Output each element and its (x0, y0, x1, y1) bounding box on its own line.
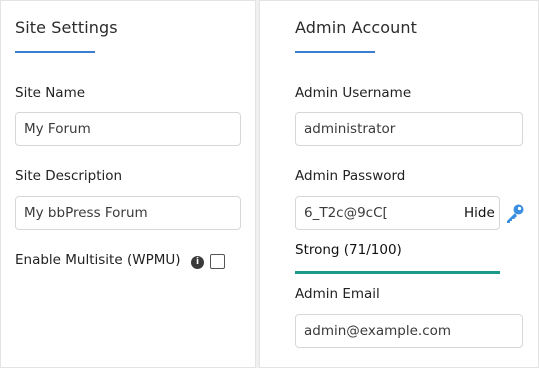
site-description-label: Site Description (15, 168, 123, 184)
admin-account-underline (295, 51, 375, 53)
site-settings-title: Site Settings (15, 18, 118, 37)
admin-account-panel: Admin Account Admin Username administrat… (259, 0, 539, 368)
admin-email-label: Admin Email (295, 286, 380, 302)
admin-username-label: Admin Username (295, 85, 412, 101)
site-description-input[interactable]: My bbPress Forum (15, 196, 241, 230)
site-name-label: Site Name (15, 85, 86, 101)
hide-password-button[interactable]: Hide (464, 205, 495, 221)
multisite-label: Enable Multisite (WPMU) (15, 252, 181, 268)
admin-account-title: Admin Account (295, 18, 417, 37)
info-circle-icon[interactable]: i (191, 256, 204, 269)
site-settings-panel: Site Settings Site Name My Forum Site De… (0, 0, 256, 368)
key-icon[interactable] (504, 202, 526, 224)
admin-password-label: Admin Password (295, 168, 406, 184)
password-strength-meter (295, 271, 500, 274)
site-name-input[interactable]: My Forum (15, 112, 241, 146)
admin-username-input[interactable]: administrator (295, 112, 523, 146)
admin-email-input[interactable]: admin@example.com (295, 314, 523, 348)
settings-form: Site Settings Site Name My Forum Site De… (0, 0, 539, 368)
password-strength-text: Strong (71/100) (295, 242, 402, 258)
site-settings-underline (15, 51, 95, 53)
multisite-checkbox[interactable] (210, 254, 225, 269)
